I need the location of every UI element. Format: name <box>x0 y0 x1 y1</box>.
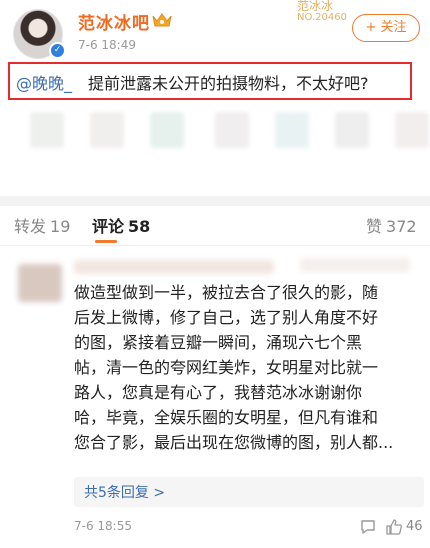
fan-badge-number: NO.20460 <box>297 12 347 23</box>
section-divider <box>0 196 430 206</box>
comment-line: 哈，毕竟，全娱乐圈的女明星，但凡有谁和 <box>74 408 379 427</box>
blurred-image <box>395 112 429 148</box>
blurred-commenter-badge <box>300 258 410 272</box>
comment-like-count: 46 <box>406 519 423 534</box>
like-icon[interactable] <box>385 518 403 536</box>
blurred-image <box>150 112 184 148</box>
vip-crown-icon <box>152 13 172 27</box>
active-tab-indicator <box>95 240 117 243</box>
blurred-image <box>275 112 309 148</box>
tab-repost[interactable]: 转发 19 <box>14 213 70 237</box>
comment-line: 帖，清一色的夸网红美炸，女明星对比就一 <box>74 358 379 377</box>
blurred-commenter-name <box>74 260 274 274</box>
blurred-image <box>30 112 64 148</box>
comment-line: 做造型做到一半，被拉去合了很久的影，随 <box>74 283 379 302</box>
tab-comments-label: 评论 <box>92 217 125 236</box>
comment-footer: 7-6 18:55 46 <box>74 516 424 540</box>
blurred-image <box>90 112 124 148</box>
tab-comments[interactable]: 评论 58 <box>92 213 150 237</box>
post-username[interactable]: 范冰冰吧 <box>78 9 150 34</box>
follow-button[interactable]: + 关注 <box>352 14 420 42</box>
tab-likes-label: 赞 <box>366 217 383 236</box>
comment-line: 后发上微博，修了自己，选了别人角度不好 <box>74 308 379 327</box>
comment-time: 7-6 18:55 <box>74 519 132 533</box>
tab-repost-label: 转发 <box>14 217 47 236</box>
blurred-image <box>215 112 249 148</box>
tab-repost-count: 19 <box>50 217 71 236</box>
tab-likes-count: 372 <box>386 217 417 236</box>
blurred-image <box>335 112 369 148</box>
comment-line: 您合了影，最后出现在您微博的图，别人都... <box>74 433 394 452</box>
comment-body: 做造型做到一半，被拉去合了很久的影，随 后发上微博，修了自己，选了别人角度不好 … <box>74 280 424 455</box>
fan-badge: 范冰冰 NO.20460 <box>297 0 357 30</box>
verified-icon: ✓ <box>49 42 66 59</box>
comment-line: 路人，您真是有心了，我替范冰冰谢谢你 <box>74 383 363 402</box>
tab-comments-count: 58 <box>128 217 151 236</box>
comment-line: 的图，紧接着豆瓣一瞬间，涌现六七个黑 <box>74 333 363 352</box>
post-time: 7-6 18:49 <box>78 38 136 52</box>
view-replies-link[interactable]: 共5条回复 > <box>84 482 165 502</box>
replies-box: 共5条回复 > <box>74 477 424 507</box>
post-text: 提前泄露未公开的拍摄物料，不太好吧? <box>88 74 369 93</box>
fan-badge-name: 范冰冰 <box>297 0 334 13</box>
blurred-commenter-avatar <box>18 264 62 302</box>
reply-icon[interactable] <box>359 518 377 536</box>
tab-likes[interactable]: 赞 372 <box>366 213 417 237</box>
blurred-images-row <box>0 112 430 152</box>
post-tabs: 转发 19 评论 58 赞 372 <box>0 206 430 246</box>
post-content-highlight: @晚晚_ 提前泄露未公开的拍摄物料，不太好吧? <box>8 62 412 100</box>
mention-link[interactable]: @晚晚_ <box>16 70 72 94</box>
post-header: ✓ 范冰冰吧 7-6 18:49 范冰冰 NO.20460 + 关注 <box>0 0 430 62</box>
